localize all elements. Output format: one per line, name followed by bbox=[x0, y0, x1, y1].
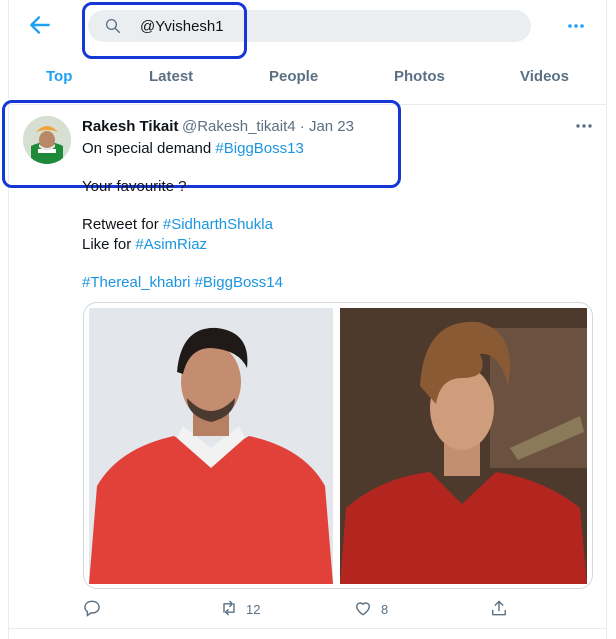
tweet-line-1: On special demand #BiggBoss13 bbox=[82, 140, 304, 157]
tweet-more-icon[interactable] bbox=[574, 118, 594, 134]
search-icon bbox=[105, 18, 121, 34]
tab-photos[interactable]: Photos bbox=[394, 68, 445, 85]
tweet-line-4: Like for #AsimRiaz bbox=[82, 236, 207, 253]
top-bar: @Yvishesh1 bbox=[0, 0, 616, 56]
tabs-divider bbox=[8, 104, 606, 105]
share-icon[interactable] bbox=[489, 598, 509, 618]
tweet-text: Retweet for bbox=[82, 216, 163, 233]
tab-videos[interactable]: Videos bbox=[520, 68, 569, 85]
tweet-text: Like for bbox=[82, 236, 136, 253]
tweet-line-5: #Thereal_khabri #BiggBoss14 bbox=[82, 274, 283, 291]
tweet-photo-2[interactable] bbox=[340, 308, 587, 584]
tweet-media bbox=[83, 302, 593, 589]
tweet-photo-1[interactable] bbox=[89, 308, 333, 584]
avatar[interactable] bbox=[23, 116, 71, 164]
tab-people[interactable]: People bbox=[269, 68, 318, 85]
retweet-icon[interactable] bbox=[218, 598, 240, 618]
author-name[interactable]: Rakesh Tikait bbox=[82, 118, 178, 135]
author-handle-date: @Rakesh_tikait4 · Jan 23 bbox=[182, 118, 354, 135]
tab-latest[interactable]: Latest bbox=[149, 68, 193, 85]
like-count: 8 bbox=[381, 602, 389, 617]
hashtag-link[interactable]: #Thereal_khabri bbox=[82, 274, 190, 291]
more-icon[interactable] bbox=[566, 16, 586, 36]
hashtag-link[interactable]: #BiggBoss14 bbox=[195, 274, 283, 291]
retweet-count: 12 bbox=[246, 602, 261, 617]
back-arrow-icon[interactable] bbox=[27, 12, 53, 38]
reply-icon[interactable] bbox=[82, 598, 102, 618]
hashtag-link[interactable]: #SidharthShukla bbox=[163, 216, 273, 233]
tweet-line-2: Your favourite ? bbox=[82, 178, 187, 195]
hashtag-link[interactable]: #BiggBoss13 bbox=[215, 140, 303, 157]
tweet-divider bbox=[8, 628, 606, 629]
tweet-line-3: Retweet for #SidharthShukla bbox=[82, 216, 273, 233]
search-query[interactable]: @Yvishesh1 bbox=[140, 18, 224, 35]
tweet-text: On special demand bbox=[82, 140, 216, 157]
search-tabs: Top Latest People Photos Videos bbox=[8, 60, 608, 98]
hashtag-link[interactable]: #AsimRiaz bbox=[135, 236, 207, 253]
search-input[interactable]: @Yvishesh1 bbox=[88, 10, 531, 42]
like-icon[interactable] bbox=[353, 598, 373, 618]
tab-top[interactable]: Top bbox=[46, 68, 72, 85]
